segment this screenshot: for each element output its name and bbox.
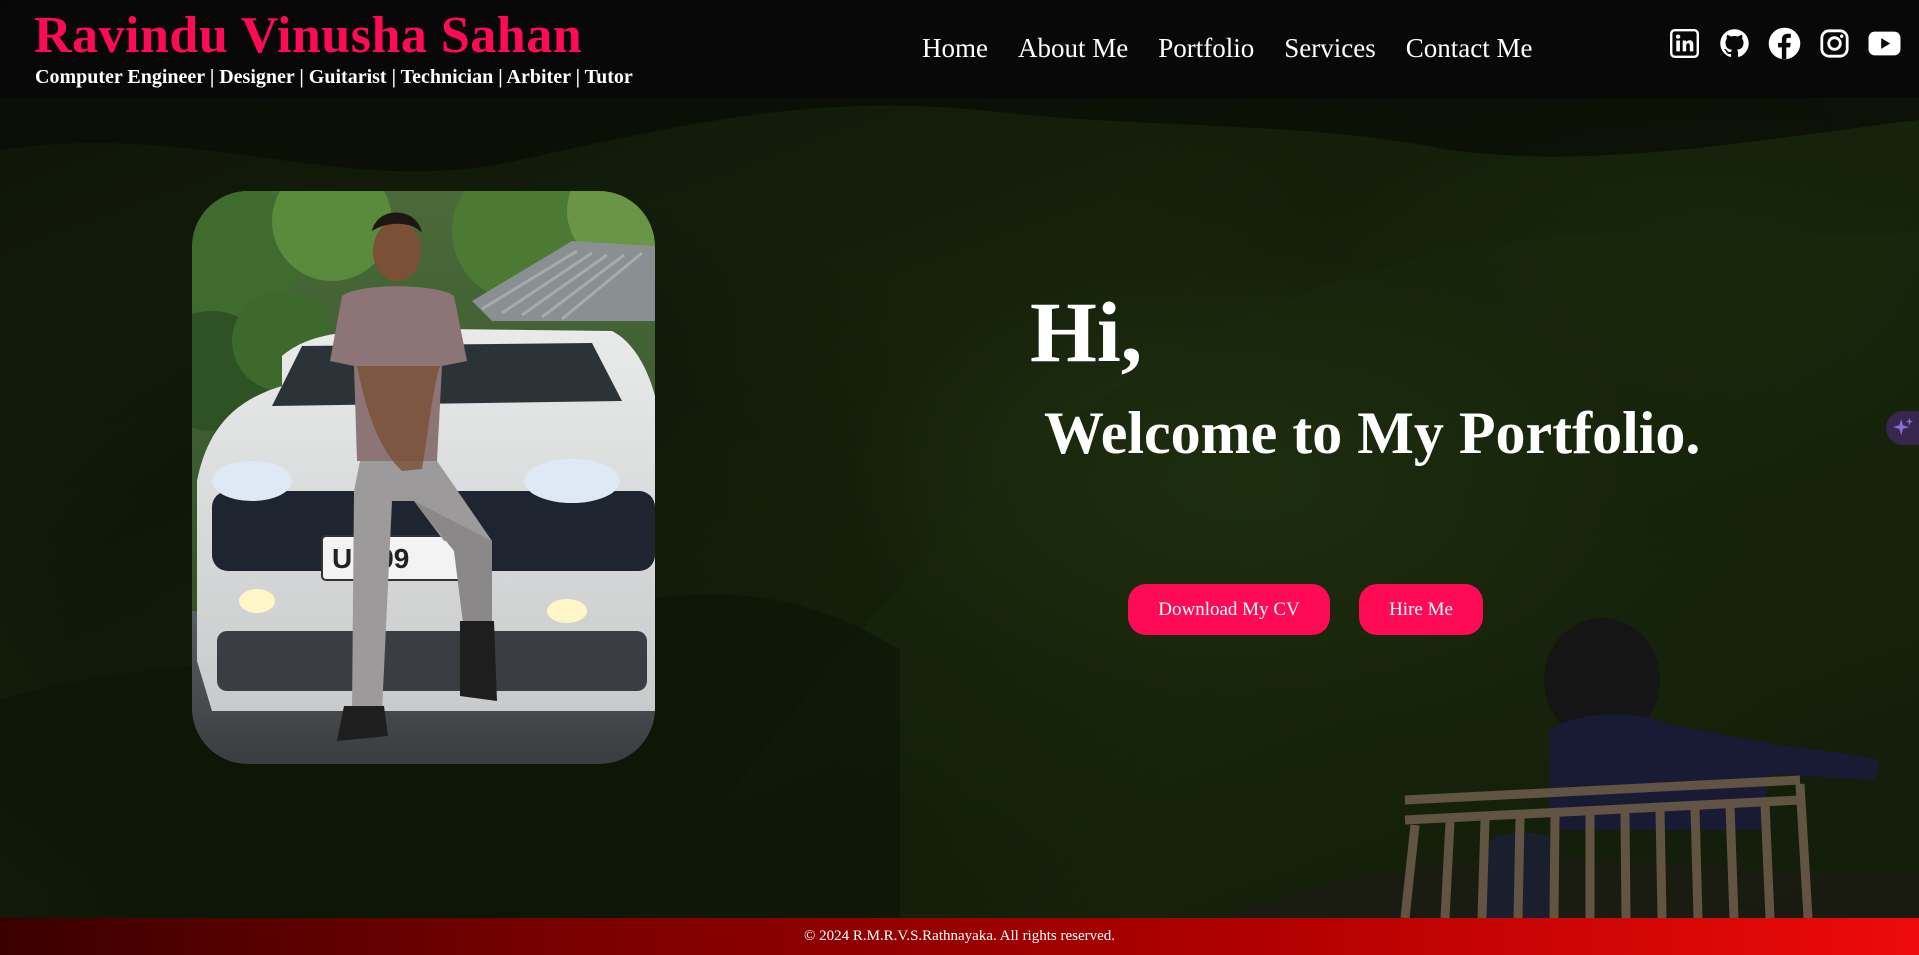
facebook-icon[interactable] (1768, 27, 1801, 60)
nav-services[interactable]: Services (1284, 33, 1375, 64)
nav-about-me[interactable]: About Me (1018, 33, 1128, 64)
profile-photo-image: UP 99 (192, 191, 655, 764)
portfolio-page: Ravindu Vinusha Sahan Computer Engineer … (0, 0, 1919, 955)
hire-me-button[interactable]: Hire Me (1359, 584, 1483, 635)
hero-greeting: Hi, (1030, 284, 1143, 380)
nav-contact-me[interactable]: Contact Me (1406, 33, 1533, 64)
background-person-on-bench (1400, 618, 1880, 919)
assistant-side-tab[interactable] (1886, 411, 1919, 445)
sparkle-icon (1892, 417, 1914, 436)
nav-home[interactable]: Home (922, 33, 988, 64)
nav-portfolio[interactable]: Portfolio (1158, 33, 1254, 64)
site-title[interactable]: Ravindu Vinusha Sahan (34, 6, 582, 65)
instagram-icon[interactable] (1818, 27, 1851, 60)
main-nav: Home About Me Portfolio Services Contact… (922, 33, 1532, 64)
youtube-icon[interactable] (1868, 27, 1901, 60)
social-links (1668, 27, 1901, 60)
site-tagline: Computer Engineer | Designer | Guitarist… (35, 66, 633, 88)
profile-photo: UP 99 (192, 191, 655, 764)
download-cv-button[interactable]: Download My CV (1128, 584, 1330, 635)
github-icon[interactable] (1718, 27, 1751, 60)
footer-copyright: © 2024 R.M.R.V.S.Rathnayaka. All rights … (803, 928, 1116, 944)
linkedin-icon[interactable] (1668, 27, 1701, 60)
site-header: Ravindu Vinusha Sahan Computer Engineer … (0, 0, 1919, 98)
site-footer: © 2024 R.M.R.V.S.Rathnayaka. All rights … (0, 918, 1919, 955)
hero-headline: Welcome to My Portfolio. (1044, 400, 1701, 466)
